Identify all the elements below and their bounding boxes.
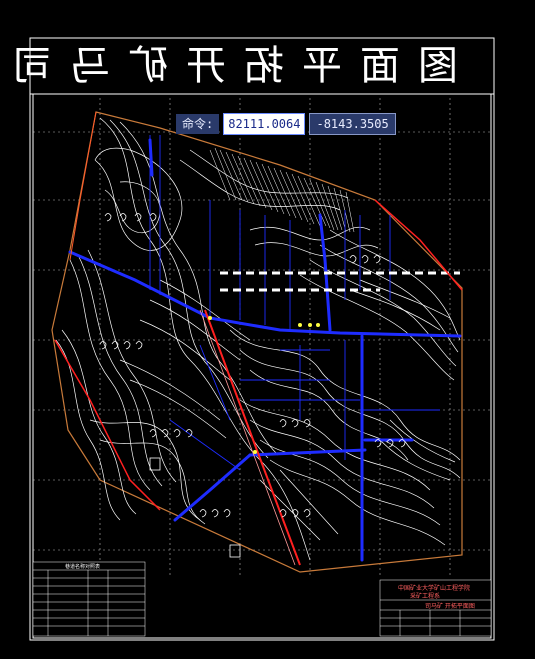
main-roadways xyxy=(68,138,462,562)
shaft-markers xyxy=(208,316,320,454)
roadway-legend-table xyxy=(32,561,146,637)
title-block-department: 采矿工程系 xyxy=(410,592,440,600)
drawing-title: 图面平拓开矿马司 xyxy=(0,43,458,89)
dynamic-input-tooltip[interactable]: 命令: 82111.0064 -8143.3505 xyxy=(176,113,396,135)
planned-roadway xyxy=(220,271,460,292)
title-block-drawing-name: 司马矿 开拓平面图 xyxy=(425,602,475,610)
cad-drawing-canvas[interactable]: 巷道名称对照表 中国矿业大学矿山工程学院 采矿工程系 司马矿 开拓平面图 xyxy=(0,0,535,659)
hill-hatching xyxy=(209,147,355,233)
command-label: 命令: xyxy=(176,114,220,134)
x-coordinate-input[interactable]: 82111.0064 xyxy=(223,113,306,135)
mining-area-labels xyxy=(99,213,406,558)
legend-title: 巷道名称对照表 xyxy=(65,563,100,570)
fault-lines xyxy=(54,111,463,566)
title-block-institution: 中国矿业大学矿山工程学院 xyxy=(398,584,470,592)
y-coordinate-input[interactable]: -8143.3505 xyxy=(309,113,396,135)
contour-lines xyxy=(55,117,461,561)
